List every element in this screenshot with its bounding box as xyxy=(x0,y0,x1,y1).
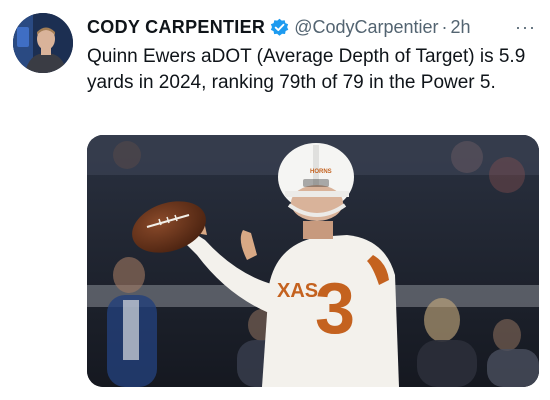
tweet-media-image[interactable]: 3 XAS HORNS xyxy=(87,135,539,387)
jersey-chest-text: XAS xyxy=(277,280,318,302)
tweet-text: Quinn Ewers aDOT (Average Depth of Targe… xyxy=(87,46,526,93)
author-name[interactable]: CODY CARPENTIER xyxy=(87,17,265,38)
separator-dot: · xyxy=(441,16,448,37)
author-handle[interactable]: @CodyCarpentier xyxy=(294,17,438,38)
avatar-photo xyxy=(13,13,73,73)
tweet-header: CODY CARPENTIER @CodyCarpentier · 2h ··· xyxy=(87,12,536,42)
jersey-number: 3 xyxy=(315,269,355,349)
tweet-timestamp[interactable]: 2h xyxy=(451,17,471,38)
football-photo: 3 XAS HORNS xyxy=(87,135,539,387)
helmet-logo: HORNS xyxy=(310,169,332,175)
avatar[interactable] xyxy=(13,13,73,73)
verified-badge-icon xyxy=(270,18,289,37)
more-dots-icon[interactable]: ··· xyxy=(515,17,536,38)
